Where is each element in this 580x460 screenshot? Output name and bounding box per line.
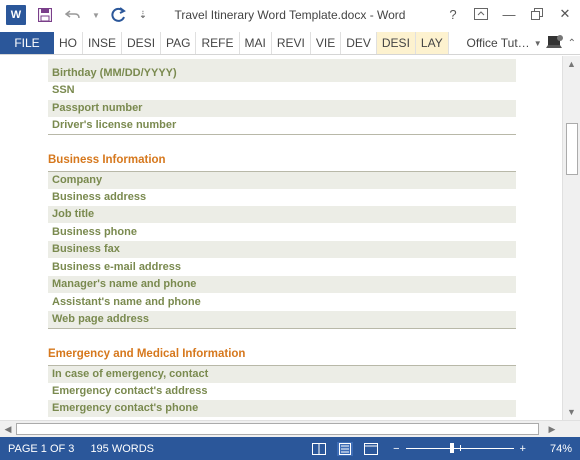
tab-home[interactable]: HO xyxy=(54,32,83,54)
zoom-track[interactable] xyxy=(405,443,514,453)
tab-insert[interactable]: INSE xyxy=(83,32,123,54)
horizontal-scroll-thumb[interactable] xyxy=(16,423,539,435)
ribbon-display-icon[interactable] xyxy=(470,4,492,24)
vertical-scroll-thumb[interactable] xyxy=(566,123,578,175)
scroll-left-icon[interactable]: ◀ xyxy=(0,421,16,437)
tab-page-layout[interactable]: PAG xyxy=(161,32,197,54)
collapse-ribbon-icon[interactable]: ⌃ xyxy=(568,38,576,49)
zoom-thumb[interactable] xyxy=(449,443,454,453)
table-row[interactable]: Birthday (MM/DD/YYYY) xyxy=(48,65,516,82)
tab-view[interactable]: VIE xyxy=(311,32,342,54)
table-row[interactable]: Web page address xyxy=(48,311,516,328)
table-row[interactable]: Driver's license number xyxy=(48,117,516,134)
window-controls: ? — ✕ xyxy=(442,4,576,24)
document-page[interactable]: Birthday (MM/DD/YYYY) SSN Passport numbe… xyxy=(0,56,562,420)
zoom-slider[interactable]: − + xyxy=(393,443,526,455)
table-row[interactable]: Business fax xyxy=(48,241,516,258)
table-row[interactable]: Emergency contact's phone xyxy=(48,400,516,417)
table-row[interactable]: Job title xyxy=(48,206,516,223)
section-heading-business: Business Information xyxy=(48,154,166,166)
table-row[interactable]: Business address xyxy=(48,189,516,206)
table-row[interactable]: SSN xyxy=(48,82,516,99)
user-area: Office Tut… ▼ ⌃ xyxy=(461,32,580,54)
table-row[interactable]: Assistant's name and phone xyxy=(48,294,516,311)
scroll-right-icon[interactable]: ▶ xyxy=(544,421,560,437)
page-count[interactable]: PAGE 1 OF 3 xyxy=(0,443,82,455)
title-bar: W ▼ ⇣ Travel Itinerary Word Template.doc… xyxy=(0,0,580,32)
scroll-down-icon[interactable]: ▼ xyxy=(563,404,580,420)
table-row[interactable]: Business e-mail address xyxy=(48,259,516,276)
table-row[interactable]: In case of emergency, contact xyxy=(48,366,516,383)
zoom-out-icon[interactable]: − xyxy=(393,443,399,455)
tab-table-design[interactable]: DESI xyxy=(376,32,416,54)
table-row[interactable]: Emergency contact's address xyxy=(48,383,516,400)
table-row[interactable]: Manager's name and phone xyxy=(48,276,516,293)
horizontal-scrollbar[interactable]: ◀ ▶ xyxy=(0,420,580,437)
view-buttons: − + 74% xyxy=(311,441,580,456)
word-count[interactable]: 195 WORDS xyxy=(82,443,162,455)
read-mode-icon[interactable] xyxy=(311,442,327,456)
ribbon-tabs: FILE HO INSE DESI PAG REFE MAI REVI VIE … xyxy=(0,32,580,55)
tab-file[interactable]: FILE xyxy=(0,32,54,54)
table-row[interactable]: Passport number xyxy=(48,100,516,117)
table-row[interactable]: Business phone xyxy=(48,224,516,241)
tab-table-layout[interactable]: LAY xyxy=(415,32,449,54)
tab-developer[interactable]: DEV xyxy=(341,32,377,54)
minimize-icon[interactable]: — xyxy=(498,4,520,24)
tab-mailings[interactable]: MAI xyxy=(240,32,272,54)
print-layout-icon[interactable] xyxy=(337,441,354,456)
table-bottom-rule xyxy=(48,134,516,135)
user-account[interactable]: Office Tut… xyxy=(467,36,530,50)
zoom-in-icon[interactable]: + xyxy=(520,443,526,455)
zoom-percentage[interactable]: 74% xyxy=(536,443,580,455)
table-bottom-rule xyxy=(48,328,516,329)
restore-icon[interactable] xyxy=(526,4,548,24)
tab-design[interactable]: DESI xyxy=(122,32,162,54)
vertical-scrollbar[interactable]: ▲ ▼ xyxy=(562,56,580,420)
table-row[interactable]: Company xyxy=(48,172,516,189)
web-layout-icon[interactable] xyxy=(363,442,379,456)
zoom-center-tick xyxy=(459,445,461,451)
section-heading-emergency: Emergency and Medical Information xyxy=(48,348,246,360)
scroll-up-icon[interactable]: ▲ xyxy=(563,56,580,72)
status-bar: PAGE 1 OF 3 195 WORDS − + 74% xyxy=(0,437,580,460)
tab-references[interactable]: REFE xyxy=(196,32,240,54)
user-avatar-icon[interactable] xyxy=(545,34,564,53)
tab-review[interactable]: REVI xyxy=(272,32,311,54)
close-icon[interactable]: ✕ xyxy=(554,4,576,24)
user-dropdown-icon[interactable]: ▼ xyxy=(534,39,542,48)
help-icon[interactable]: ? xyxy=(442,4,464,24)
